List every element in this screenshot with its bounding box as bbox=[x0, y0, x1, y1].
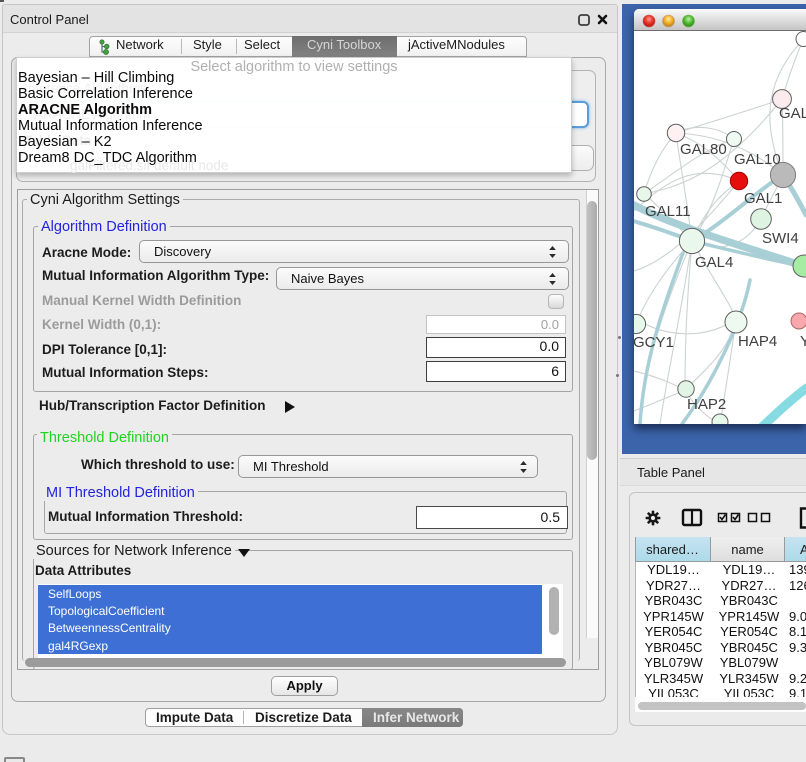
svg-text:GAL80: GAL80 bbox=[680, 141, 727, 158]
svg-text:GAL1: GAL1 bbox=[744, 190, 782, 207]
svg-text:GCY1: GCY1 bbox=[634, 334, 674, 351]
svg-text:Y: Y bbox=[800, 333, 806, 350]
svg-text:GAL7: GAL7 bbox=[779, 105, 806, 122]
svg-text:HAP4: HAP4 bbox=[738, 333, 777, 350]
svg-text:GAL10: GAL10 bbox=[734, 151, 781, 168]
svg-text:GAL4: GAL4 bbox=[695, 254, 733, 271]
svg-text:SWI4: SWI4 bbox=[762, 230, 799, 247]
svg-text:HAP2: HAP2 bbox=[687, 396, 726, 413]
svg-text:GAL11: GAL11 bbox=[645, 203, 691, 220]
